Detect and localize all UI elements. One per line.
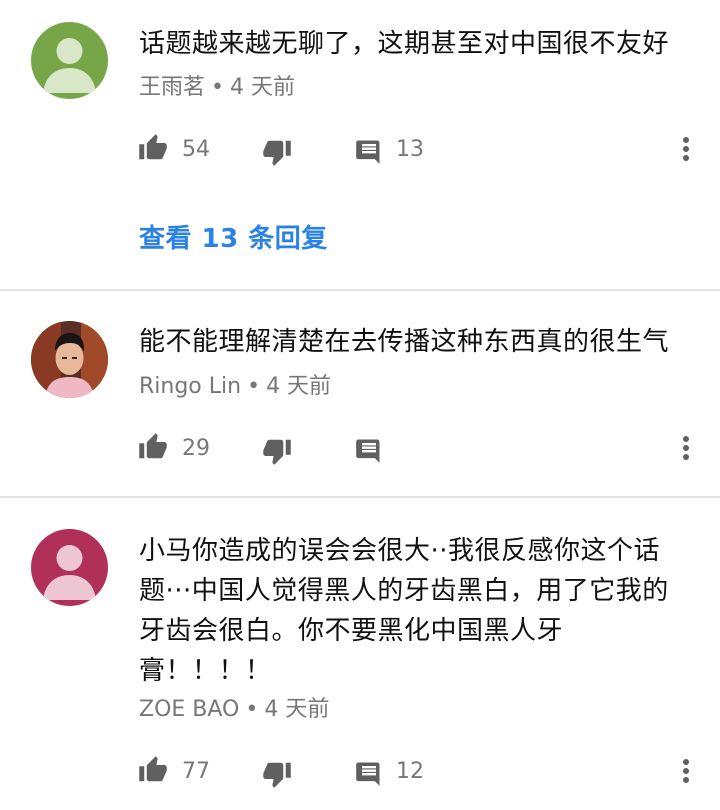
comment-icon[interactable] (355, 759, 383, 791)
reply-count: 13 (396, 137, 424, 162)
timestamp: 4 天前 (230, 75, 295, 100)
author-name[interactable]: ZOE BAO (139, 697, 239, 722)
divider (0, 496, 720, 498)
user-photo-avatar (31, 321, 108, 398)
like-count: 77 (182, 759, 210, 784)
thumbs-up-icon[interactable] (138, 133, 168, 167)
view-replies-link[interactable]: 查看 13 条回复 (139, 218, 328, 255)
more-vert-icon[interactable] (676, 755, 696, 791)
separator: • (247, 374, 261, 399)
thumbs-down-icon[interactable] (262, 759, 292, 793)
comment-icon[interactable] (355, 137, 383, 169)
separator: • (211, 75, 224, 100)
comment-text-line: 膏！！！！ (139, 656, 272, 686)
default-avatar-icon (31, 22, 108, 99)
comment-actions: 29 (0, 430, 720, 470)
thumbs-down-icon[interactable] (262, 137, 292, 171)
comment-meta: 王雨茗 • 4 天前 (139, 74, 295, 102)
comment-icon[interactable] (355, 436, 383, 468)
reply-count: 12 (396, 759, 424, 784)
comment-text-line: 小马你造成的误会会很大··我很反感你这个话 (139, 536, 661, 566)
avatar[interactable] (31, 22, 108, 99)
timestamp: 4 天前 (266, 374, 332, 399)
comment-actions: 77 12 (0, 753, 720, 793)
comment-text-line: 牙齿会很白。你不要黑化中国黑人牙 (139, 616, 564, 646)
comment-meta: ZOE BAO • 4 天前 (139, 696, 329, 724)
comment-text-line: 题···中国人觉得黑人的牙齿黑白，用了它我的 (139, 576, 669, 606)
avatar[interactable] (31, 529, 108, 606)
more-vert-icon[interactable] (676, 133, 696, 169)
timestamp: 4 天前 (264, 697, 330, 722)
divider (0, 289, 720, 291)
thumbs-up-icon[interactable] (138, 755, 168, 789)
author-name[interactable]: 王雨茗 (139, 75, 205, 100)
thumbs-up-icon[interactable] (138, 432, 168, 466)
separator: • (245, 697, 259, 722)
default-avatar-icon (31, 529, 108, 606)
more-vert-icon[interactable] (676, 432, 696, 468)
comment-text: 话题越来越无聊了，这期甚至对中国很不友好 (139, 29, 670, 59)
like-count: 54 (182, 137, 210, 162)
comment-text: 能不能理解清楚在去传播这种东西真的很生气 (139, 327, 670, 357)
author-name[interactable]: Ringo Lin (139, 374, 241, 399)
like-count: 29 (182, 436, 210, 461)
comment-text: 小马你造成的误会会很大··我很反感你这个话 题···中国人觉得黑人的牙齿黑白，用… (139, 531, 690, 691)
avatar[interactable] (31, 321, 108, 398)
comment-actions: 54 13 (0, 131, 720, 171)
comment-meta: Ringo Lin • 4 天前 (139, 373, 331, 401)
thumbs-down-icon[interactable] (262, 436, 292, 470)
